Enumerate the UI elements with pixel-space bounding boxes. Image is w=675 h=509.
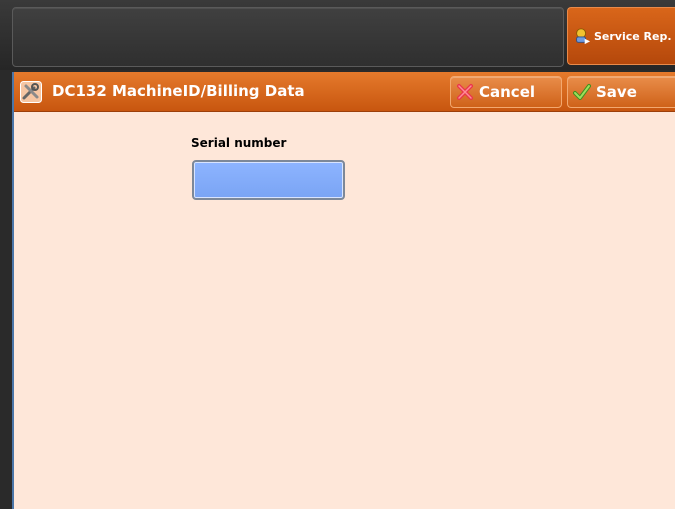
service-rep-icon (576, 28, 591, 45)
window-title: DC132 MachineID/Billing Data (52, 82, 305, 100)
service-rep-button[interactable]: Service Rep. (567, 7, 675, 65)
title-bar: DC132 MachineID/Billing Data Cancel Save (14, 72, 675, 112)
service-rep-label: Service Rep. (594, 29, 672, 43)
tools-icon (20, 81, 42, 103)
checkmark-icon (573, 84, 591, 100)
dialog-window: DC132 MachineID/Billing Data Cancel Save… (12, 72, 675, 509)
cancel-x-icon (457, 84, 473, 100)
save-button[interactable]: Save (567, 76, 675, 108)
cancel-label: Cancel (479, 83, 536, 101)
message-area (12, 7, 564, 67)
cancel-button[interactable]: Cancel (450, 76, 562, 108)
save-label: Save (596, 83, 637, 101)
status-bar: Service Rep. (0, 0, 675, 70)
serial-number-label: Serial number (191, 136, 287, 150)
serial-number-input[interactable] (192, 160, 345, 200)
